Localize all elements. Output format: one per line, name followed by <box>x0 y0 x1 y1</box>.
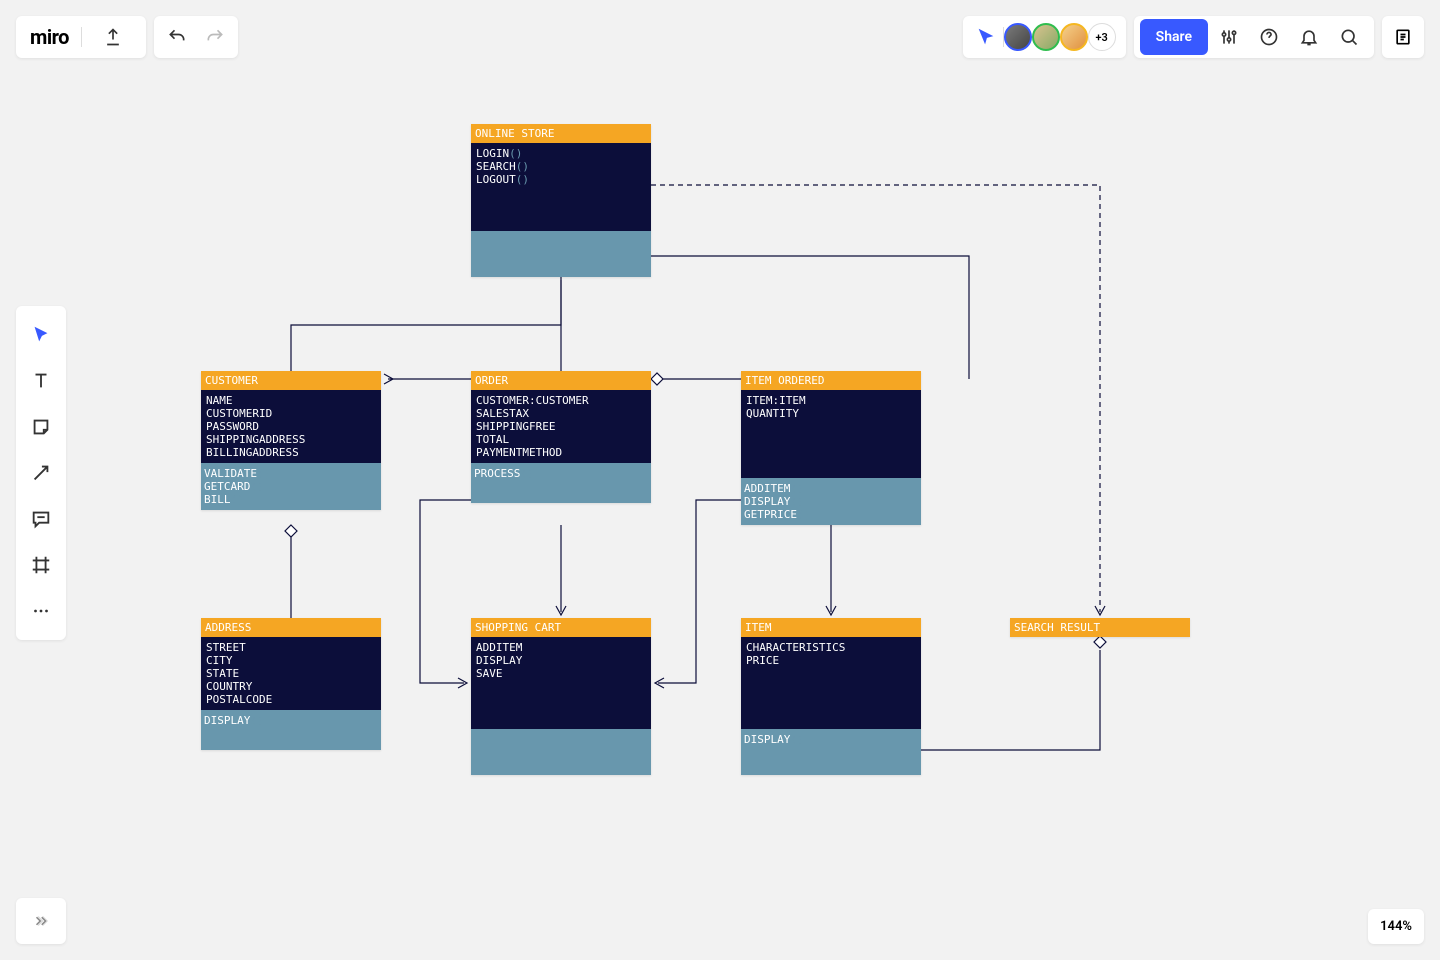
entity-methods <box>471 231 651 277</box>
entity-attrs: NAMECUSTOMERIDPASSWORDSHIPPINGADDRESSBIL… <box>201 390 381 463</box>
entity-attrs: ITEM:ITEMQUANTITY <box>741 390 921 478</box>
entity-title: ORDER <box>471 371 651 390</box>
entity-attrs: LOGIN()SEARCH()LOGOUT() <box>471 143 651 231</box>
entity-title: SEARCH RESULT <box>1010 618 1190 637</box>
entity-methods: ADDITEM()DISPLAY()GETPRICE() <box>741 478 921 525</box>
entity-methods <box>471 729 651 775</box>
entity-title: ONLINE STORE <box>471 124 651 143</box>
entity-title: CUSTOMER <box>201 371 381 390</box>
entity-customer[interactable]: CUSTOMER NAMECUSTOMERIDPASSWORDSHIPPINGA… <box>201 371 381 510</box>
entity-shopping-cart[interactable]: SHOPPING CART ADDITEMDISPLAYSAVE <box>471 618 651 775</box>
entity-title: ITEM ORDERED <box>741 371 921 390</box>
entity-search-result[interactable]: SEARCH RESULT <box>1010 618 1190 637</box>
entity-online-store[interactable]: ONLINE STORE LOGIN()SEARCH()LOGOUT() <box>471 124 651 277</box>
entity-methods: VALIDATE()GETCARD()BILL() <box>201 463 381 510</box>
entity-attrs: ADDITEMDISPLAYSAVE <box>471 637 651 729</box>
entity-title: ITEM <box>741 618 921 637</box>
entity-order[interactable]: ORDER CUSTOMER:CUSTOMERSALESTAXSHIPPINGF… <box>471 371 651 503</box>
entity-item[interactable]: ITEM CHARACTERISTICSPRICE DISPLAY() <box>741 618 921 775</box>
entity-address[interactable]: ADDRESS STREETCITYSTATECOUNTRYPOSTALCODE… <box>201 618 381 750</box>
entity-methods: DISPLAY() <box>741 729 921 775</box>
entity-item-ordered[interactable]: ITEM ORDERED ITEM:ITEMQUANTITY ADDITEM()… <box>741 371 921 525</box>
entity-title: ADDRESS <box>201 618 381 637</box>
canvas[interactable]: ONLINE STORE LOGIN()SEARCH()LOGOUT() CUS… <box>0 0 1440 960</box>
entity-attrs: STREETCITYSTATECOUNTRYPOSTALCODE <box>201 637 381 710</box>
entity-attrs: CHARACTERISTICSPRICE <box>741 637 921 729</box>
entity-methods: PROCESS() <box>471 463 651 503</box>
entity-title: SHOPPING CART <box>471 618 651 637</box>
entity-methods: DISPLAY() <box>201 710 381 750</box>
entity-attrs: CUSTOMER:CUSTOMERSALESTAXSHIPPINGFREETOT… <box>471 390 651 463</box>
